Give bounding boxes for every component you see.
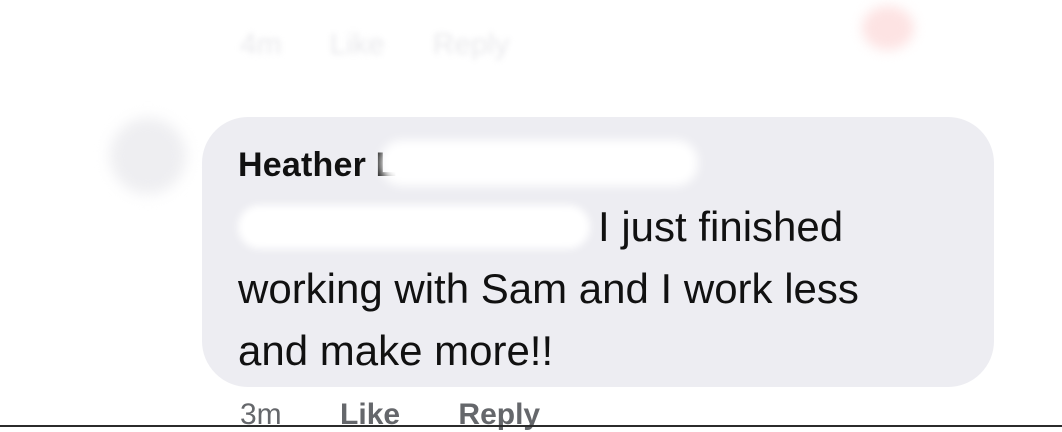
comment-author-name[interactable]: Heather L (238, 146, 397, 185)
previous-reply-button[interactable]: Reply (433, 28, 510, 62)
comment-line-2: working with Sam and I work less (238, 265, 859, 312)
previous-like-button[interactable]: Like (330, 28, 385, 62)
avatar[interactable] (110, 118, 186, 194)
comment-line-1-text: I just finished (598, 203, 844, 250)
comment-line-1: I just finished (238, 196, 978, 258)
previous-comment-actions: 4m Like Reply (240, 28, 557, 62)
comment-body: I just finished working with Sam and I w… (238, 196, 978, 382)
previous-comment-time: 4m (240, 28, 282, 61)
mention-redaction (238, 205, 590, 249)
reaction-icon[interactable] (862, 6, 914, 50)
comment-line-3: and make more!! (238, 327, 554, 374)
author-name-redaction (380, 140, 698, 186)
